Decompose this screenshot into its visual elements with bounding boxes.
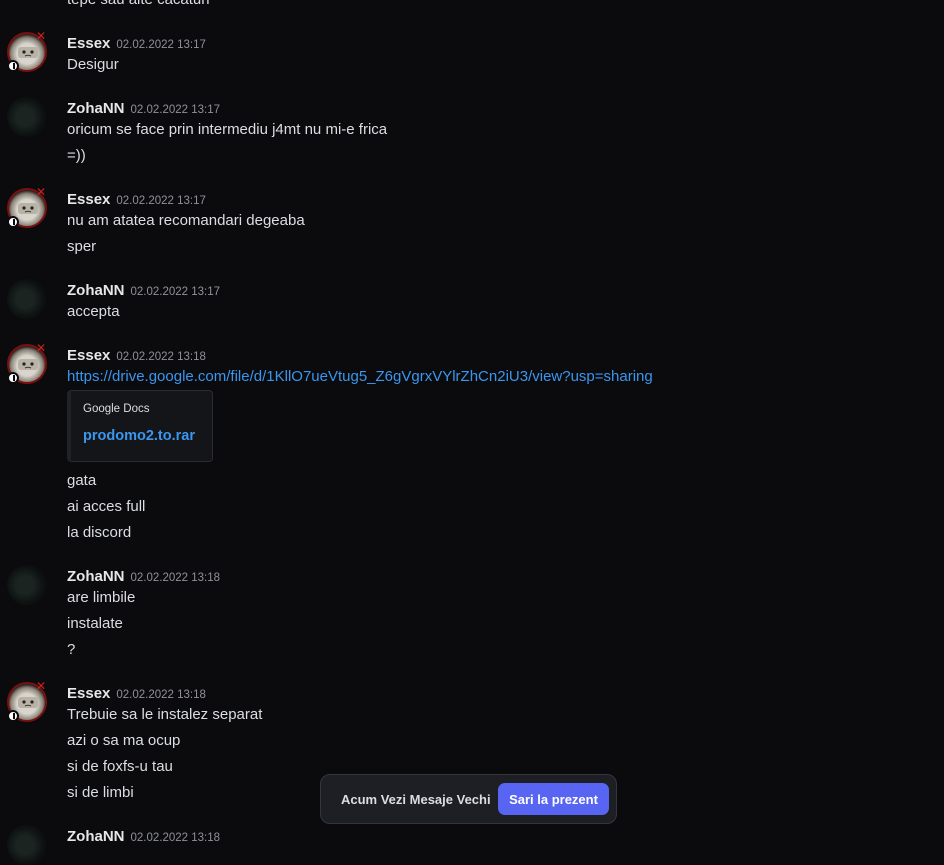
- timestamp[interactable]: 02.02.2022 13:18: [116, 689, 206, 701]
- timestamp[interactable]: 02.02.2022 13:18: [131, 572, 221, 584]
- author-name[interactable]: ZohaNN: [67, 100, 125, 117]
- message-header: Essex 02.02.2022 13:17: [67, 35, 206, 55]
- timestamp[interactable]: 02.02.2022 13:17: [131, 104, 221, 116]
- message-text: Trebuie sa le instalez separat: [67, 706, 263, 723]
- cat-face-icon: [18, 359, 38, 370]
- message-header: Essex 02.02.2022 13:18: [67, 347, 206, 367]
- message-header: ZohaNN 02.02.2022 13:17: [67, 282, 220, 302]
- avatar-zohann[interactable]: [7, 565, 47, 605]
- status-indicator-icon: [7, 372, 19, 384]
- message-text: nu am atatea recomandari degeaba: [67, 212, 305, 229]
- message-text: si de limbi: [67, 784, 134, 801]
- red-x-badge-icon: ✕: [36, 341, 47, 355]
- drive-link[interactable]: https://drive.google.com/file/d/1KllO7ue…: [67, 368, 653, 385]
- author-name[interactable]: Essex: [67, 35, 110, 52]
- message-header: Essex 02.02.2022 13:18: [67, 685, 206, 705]
- cat-face-icon: [18, 203, 38, 214]
- message-text: ai acces full: [67, 498, 146, 515]
- avatar-zohann[interactable]: [7, 279, 47, 319]
- message-text: gata: [67, 472, 97, 489]
- message-text: accepta: [67, 303, 120, 320]
- message-header: ZohaNN 02.02.2022 13:18: [67, 828, 220, 848]
- message-text: are limbile: [67, 589, 136, 606]
- avatar-zohann[interactable]: [7, 825, 47, 865]
- message-text: Desigur: [67, 56, 119, 73]
- chat-messages: tepe sau alte cacaturi ✕ Essex 02.02.2022…: [0, 0, 944, 865]
- embed-provider[interactable]: Google Docs: [83, 403, 149, 415]
- message-text: instalate: [67, 615, 123, 632]
- link-embed: Google Docs prodomo2.to.rar: [67, 390, 213, 462]
- jump-to-present-button[interactable]: Sari la prezent: [498, 783, 609, 815]
- cat-face-icon: [18, 697, 38, 708]
- avatar-essex[interactable]: ✕: [7, 679, 47, 722]
- message-header: ZohaNN 02.02.2022 13:18: [67, 568, 220, 588]
- author-name[interactable]: ZohaNN: [67, 282, 125, 299]
- status-indicator-icon: [7, 710, 19, 722]
- avatar-essex[interactable]: ✕: [7, 341, 47, 384]
- message-text: si de foxfs-u tau: [67, 758, 173, 775]
- author-name[interactable]: ZohaNN: [67, 828, 125, 845]
- message-text: la discord: [67, 524, 132, 541]
- avatar-essex[interactable]: ✕: [7, 185, 47, 228]
- message-text: azi o sa ma ocup: [67, 732, 181, 749]
- status-indicator-icon: [7, 216, 19, 228]
- message-header: ZohaNN 02.02.2022 13:17: [67, 100, 220, 120]
- red-x-badge-icon: ✕: [36, 185, 47, 199]
- old-messages-bar: Acum Vezi Mesaje Vechi Sari la prezent: [320, 774, 617, 824]
- embed-title-link[interactable]: prodomo2.to.rar: [83, 428, 195, 444]
- timestamp[interactable]: 02.02.2022 13:17: [116, 195, 206, 207]
- message-text: ?: [67, 641, 76, 658]
- cat-face-icon: [18, 47, 38, 58]
- message-text-partial: tepe sau alte cacaturi: [67, 0, 210, 8]
- author-name[interactable]: Essex: [67, 191, 110, 208]
- author-name[interactable]: Essex: [67, 685, 110, 702]
- avatar-essex[interactable]: ✕: [7, 29, 47, 72]
- red-x-badge-icon: ✕: [36, 679, 47, 693]
- red-x-badge-icon: ✕: [36, 29, 47, 43]
- message-header: Essex 02.02.2022 13:17: [67, 191, 206, 211]
- timestamp[interactable]: 02.02.2022 13:17: [116, 39, 206, 51]
- avatar-zohann[interactable]: [7, 97, 47, 137]
- author-name[interactable]: ZohaNN: [67, 568, 125, 585]
- message-text: sper: [67, 238, 97, 255]
- old-messages-label: Acum Vezi Mesaje Vechi: [341, 792, 491, 807]
- timestamp[interactable]: 02.02.2022 13:17: [131, 286, 221, 298]
- timestamp[interactable]: 02.02.2022 13:18: [131, 832, 221, 844]
- author-name[interactable]: Essex: [67, 347, 110, 364]
- timestamp[interactable]: 02.02.2022 13:18: [116, 351, 206, 363]
- message-text: oricum se face prin intermediu j4mt nu m…: [67, 121, 388, 138]
- message-text: =)): [67, 147, 86, 164]
- status-indicator-icon: [7, 60, 19, 72]
